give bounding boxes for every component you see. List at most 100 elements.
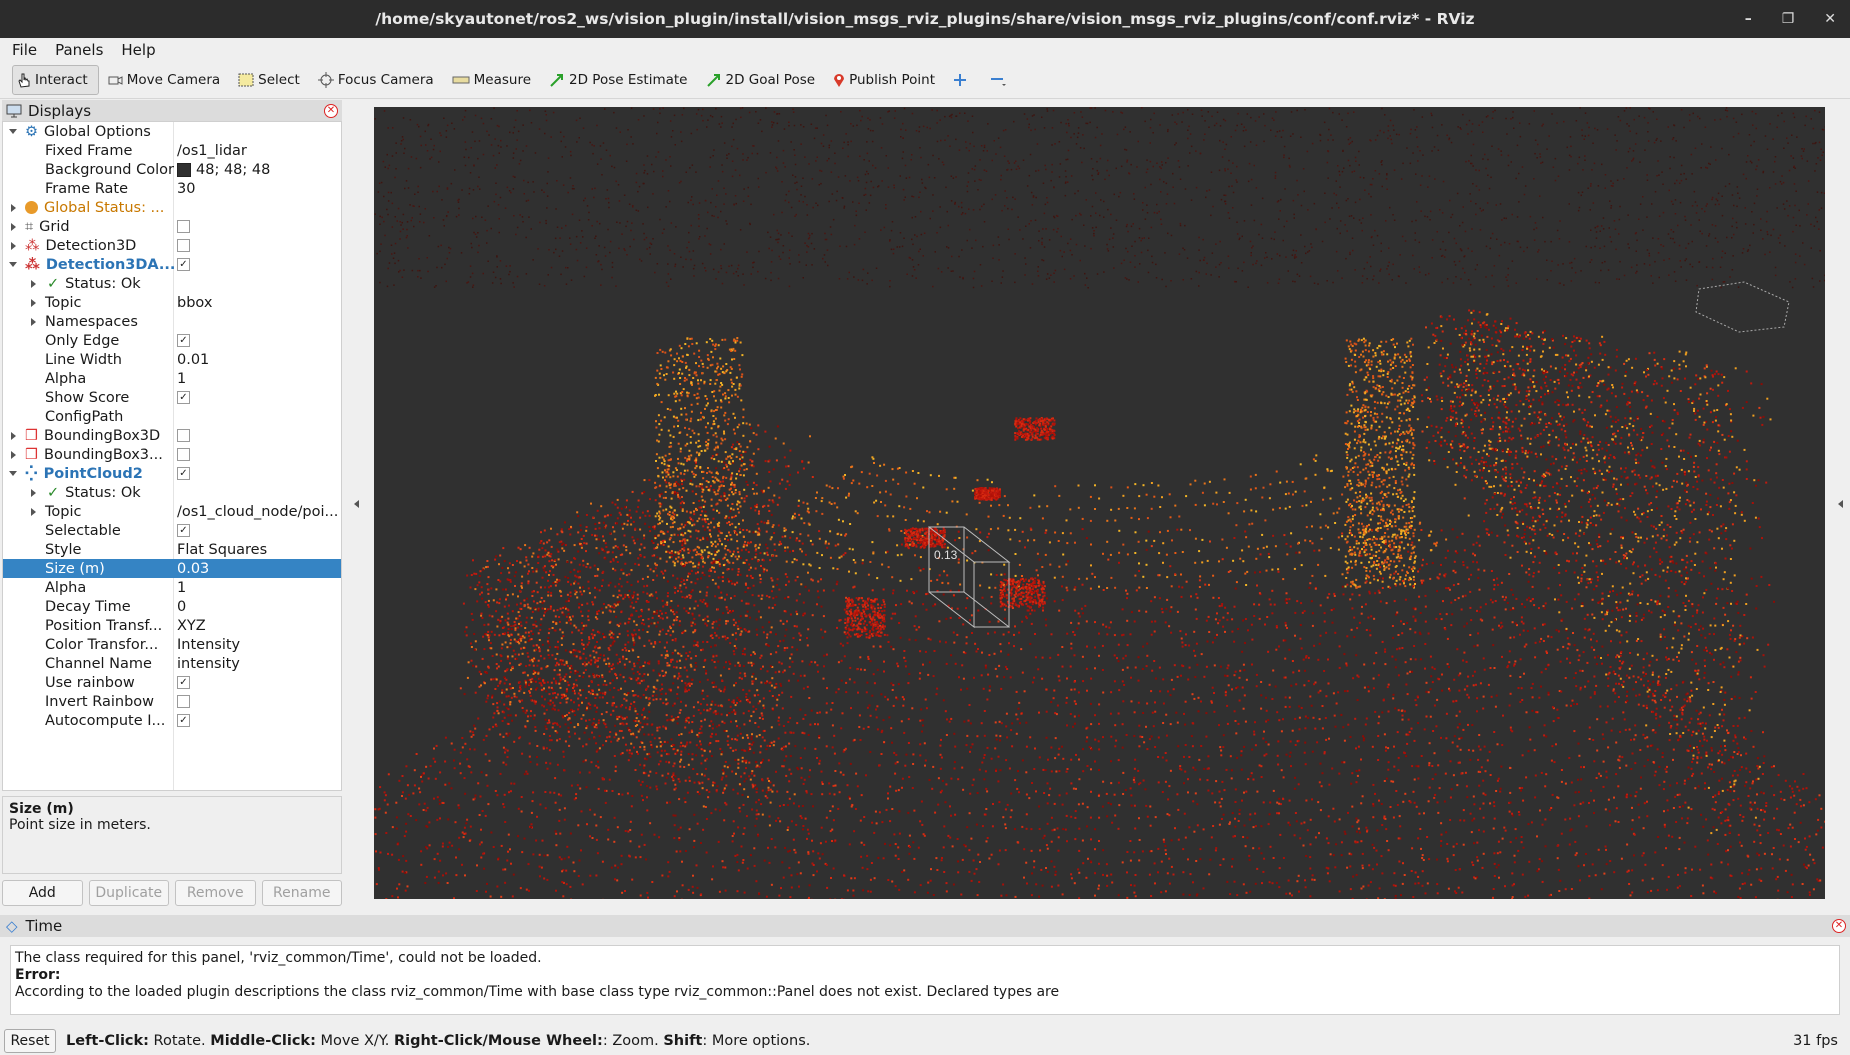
tree-row-detection3darray[interactable]: ⁂ Detection3DA... ✓	[3, 255, 341, 274]
tree-row-global-options[interactable]: ⚙ Global Options	[3, 122, 341, 141]
tree-row-use-rainbow[interactable]: Use rainbow ✓	[3, 673, 341, 692]
displays-tree: ⚙ Global Options Fixed Frame /os1_lidar B…	[2, 121, 342, 791]
rename-button[interactable]: Rename	[261, 880, 342, 906]
interact-tool-button[interactable]: Interact	[12, 65, 99, 95]
select-tool-button[interactable]: Select	[234, 66, 310, 94]
pose-estimate-label: 2D Pose Estimate	[569, 72, 688, 88]
warning-icon	[25, 201, 38, 214]
move-camera-label: Move Camera	[126, 72, 221, 88]
tree-row-position-transformer[interactable]: Position Transf... XYZ	[3, 616, 341, 635]
diamond-icon: ◇	[6, 917, 18, 935]
measure-label: Measure	[473, 72, 532, 88]
window-title: /home/skyautonet/ros2_ws/vision_plugin/i…	[375, 10, 1475, 28]
gear-icon: ⚙	[25, 123, 38, 140]
menu-file[interactable]: File	[12, 41, 37, 59]
checkbox[interactable]	[177, 448, 190, 461]
close-window-icon[interactable]: ✕	[1824, 11, 1836, 27]
tree-row-grid[interactable]: ⌗ Grid	[3, 217, 341, 236]
checkbox[interactable]	[177, 239, 190, 252]
remove-tool-button[interactable]	[985, 66, 1021, 94]
close-time-panel-icon[interactable]: ✕	[1832, 919, 1846, 933]
tree-row-style[interactable]: Style Flat Squares	[3, 540, 341, 559]
tree-row-only-edge[interactable]: Only Edge ✓	[3, 331, 341, 350]
reset-button[interactable]: Reset	[4, 1028, 56, 1053]
tree-row-status-ok[interactable]: ✓ Status: Ok	[3, 274, 341, 293]
checkbox[interactable]	[177, 220, 190, 233]
checkbox[interactable]: ✓	[177, 258, 190, 271]
displays-title: Displays	[28, 101, 92, 120]
render-viewport[interactable]: 0.13	[374, 107, 1825, 899]
tree-row-frame-rate[interactable]: Frame Rate 30	[3, 179, 341, 198]
goal-pose-tool-button[interactable]: 2D Goal Pose	[702, 66, 826, 94]
time-title: Time	[25, 917, 63, 935]
tree-row-selectable[interactable]: Selectable ✓	[3, 521, 341, 540]
tree-row-pc-topic[interactable]: Topic /os1_cloud_node/poi...	[3, 502, 341, 521]
time-message-line1: The class required for this panel, 'rviz…	[15, 950, 542, 966]
move-camera-tool-button[interactable]: Move Camera	[103, 66, 230, 94]
tree-row-pc-status-ok[interactable]: ✓ Status: Ok	[3, 483, 341, 502]
checkbox[interactable]: ✓	[177, 334, 190, 347]
tree-row-boundingbox3darray[interactable]: ❒ BoundingBox3...	[3, 445, 341, 464]
monitor-icon	[6, 104, 22, 117]
checkbox[interactable]: ✓	[177, 676, 190, 689]
tree-row-size[interactable]: Size (m) 0.03	[3, 559, 341, 578]
description-text: Point size in meters.	[9, 817, 151, 833]
checkbox[interactable]: ✓	[177, 467, 190, 480]
minimize-icon[interactable]: –	[1745, 11, 1752, 27]
focus-camera-tool-button[interactable]: Focus Camera	[314, 66, 444, 94]
menu-help[interactable]: Help	[121, 41, 155, 59]
green-arrow-icon	[706, 74, 720, 87]
publish-point-tool-button[interactable]: Publish Point	[829, 66, 945, 94]
tree-row-autocompute[interactable]: Autocompute I... ✓	[3, 711, 341, 730]
tree-row-detection3d[interactable]: ⁂ Detection3D	[3, 236, 341, 255]
measure-tool-button[interactable]: Measure	[448, 66, 541, 94]
tree-row-boundingbox3d[interactable]: ❒ BoundingBox3D	[3, 426, 341, 445]
checkbox[interactable]: ✓	[177, 524, 190, 537]
tree-row-color-transformer[interactable]: Color Transfor... Intensity	[3, 635, 341, 654]
duplicate-button[interactable]: Duplicate	[88, 880, 169, 906]
tree-row-decay-time[interactable]: Decay Time 0	[3, 597, 341, 616]
tree-row-background-color[interactable]: Background Color 48; 48; 48	[3, 160, 341, 179]
tree-row-global-status[interactable]: Global Status: ...	[3, 198, 341, 217]
checkbox[interactable]	[177, 429, 190, 442]
tree-row-topic[interactable]: Topic bbox	[3, 293, 341, 312]
displays-buttons: Add Duplicate Remove Rename	[2, 880, 342, 906]
restore-icon[interactable]: ❐	[1782, 11, 1795, 27]
tree-row-channel-name[interactable]: Channel Name intensity	[3, 654, 341, 673]
hand-cursor-icon	[18, 73, 30, 88]
ruler-icon	[452, 76, 470, 84]
publish-point-label: Publish Point	[849, 72, 936, 88]
tree-row-show-score[interactable]: Show Score ✓	[3, 388, 341, 407]
focus-camera-label: Focus Camera	[337, 72, 434, 88]
add-tool-button[interactable]	[949, 66, 981, 94]
checkbox[interactable]	[177, 695, 190, 708]
tree-row-pc-alpha[interactable]: Alpha 1	[3, 578, 341, 597]
checkmark-icon: ✓	[47, 484, 60, 501]
tree-row-pointcloud2[interactable]: ⁛ PointCloud2 ✓	[3, 464, 341, 483]
interact-label: Interact	[35, 72, 88, 88]
time-message-line2: According to the loaded plugin descripti…	[15, 984, 1060, 1000]
tree-row-alpha[interactable]: Alpha 1	[3, 369, 341, 388]
menu-panels[interactable]: Panels	[55, 41, 103, 59]
remove-button[interactable]: Remove	[175, 880, 256, 906]
map-pin-icon	[834, 74, 845, 87]
grid-icon: ⌗	[25, 218, 34, 235]
close-panel-icon[interactable]: ✕	[324, 103, 338, 118]
collapse-left-arrow[interactable]	[354, 500, 359, 508]
pointcloud-icon: ⁛	[25, 465, 38, 482]
tree-row-configpath[interactable]: ConfigPath	[3, 407, 341, 426]
rgb-molecule-icon: ⁂	[25, 256, 40, 273]
collapse-right-arrow[interactable]	[1838, 500, 1843, 508]
tree-row-fixed-frame[interactable]: Fixed Frame /os1_lidar	[3, 141, 341, 160]
status-hint: Left-Click: Rotate. Middle-Click: Move X…	[66, 1032, 811, 1049]
toolbar: Interact Move Camera Select Focus Camera…	[0, 62, 1850, 99]
checkbox[interactable]: ✓	[177, 714, 190, 727]
add-button[interactable]: Add	[2, 880, 83, 906]
checkbox[interactable]: ✓	[177, 391, 190, 404]
point-cloud-render[interactable]: 0.13	[374, 107, 1825, 899]
box-icon: ❒	[25, 427, 38, 444]
tree-row-invert-rainbow[interactable]: Invert Rainbow	[3, 692, 341, 711]
tree-row-line-width[interactable]: Line Width 0.01	[3, 350, 341, 369]
pose-estimate-tool-button[interactable]: 2D Pose Estimate	[545, 66, 697, 94]
tree-row-namespaces[interactable]: Namespaces	[3, 312, 341, 331]
